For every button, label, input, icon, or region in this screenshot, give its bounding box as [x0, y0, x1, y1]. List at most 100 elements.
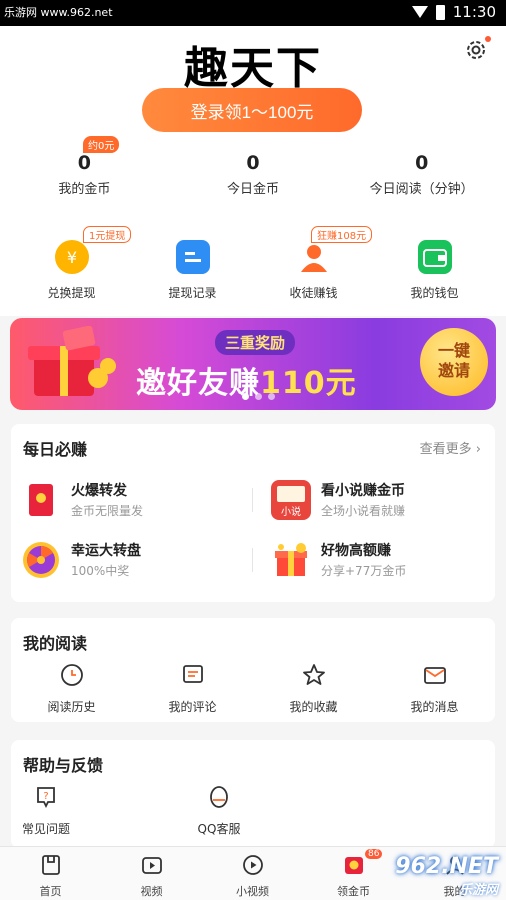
task-title: 好物高额赚	[321, 543, 391, 559]
task-goods[interactable]: 好物高额赚 分享+77万金币	[261, 536, 491, 584]
item-label: 我的收藏	[289, 700, 338, 714]
battery-icon	[435, 4, 445, 20]
tab-earn-coins[interactable]: 86 领金币	[303, 847, 404, 900]
tab-label: 视频	[140, 885, 163, 898]
carousel-dots	[242, 393, 275, 400]
task-title: 幸运大转盘	[71, 543, 141, 559]
settings-gear-icon[interactable]	[464, 36, 491, 62]
qq-icon	[210, 786, 228, 808]
item-label: 常见问题	[21, 822, 70, 836]
stat-value: 0	[246, 152, 260, 174]
gift-box-icon	[271, 540, 311, 580]
see-more-link[interactable]: 查看更多 ›	[420, 438, 481, 457]
invite-button[interactable]: 一键 邀请	[420, 328, 488, 396]
stat-today-coins[interactable]: 0 今日金币	[169, 136, 338, 206]
action-wallet[interactable]: 我的钱包	[374, 212, 495, 304]
carousel-dot	[255, 393, 262, 400]
wheel-icon	[21, 540, 61, 580]
daily-earn-card: 每日必赚 查看更多 › 火爆转发 金币无限量发 小说 看小说赚金币 全场小说看就…	[11, 424, 495, 602]
task-title: 火爆转发	[71, 483, 127, 499]
item-label: 我的评论	[168, 700, 217, 714]
task-subtitle: 全场小说看就赚	[321, 504, 406, 518]
task-lucky-wheel[interactable]: 幸运大转盘 100%中奖	[11, 536, 241, 584]
corner-watermark: 962.NET 乐游网	[395, 854, 498, 898]
novel-icon: 小说	[271, 480, 311, 520]
my-messages-item[interactable]: 我的消息	[374, 662, 495, 715]
stats-row: 约0元 0 我的金币 0 今日金币 0 今日阅读（分钟）	[0, 136, 506, 206]
stat-label: 今日阅读（分钟）	[369, 182, 474, 197]
banner-subtitle: 三重奖励	[215, 330, 296, 355]
reading-history-item[interactable]: 阅读历史	[11, 662, 132, 715]
item-label: 阅读历史	[47, 700, 96, 714]
video-icon	[141, 857, 162, 874]
tab-label: 首页	[39, 885, 62, 898]
task-forward[interactable]: 火爆转发 金币无限量发	[11, 476, 241, 524]
svg-text:¥: ¥	[66, 248, 76, 267]
tab-home[interactable]: 首页	[0, 847, 101, 900]
tab-label: 小视频	[236, 885, 269, 898]
task-subtitle: 100%中奖	[71, 564, 130, 578]
divider	[252, 548, 253, 572]
tab-video[interactable]: 视频	[101, 847, 202, 900]
section-title: 每日必赚	[23, 440, 88, 459]
wifi-icon	[411, 6, 428, 18]
action-label: 收徒赚钱	[289, 286, 338, 300]
red-gift-box-icon	[28, 326, 116, 396]
coin-icon: ¥	[54, 240, 89, 274]
coin-value-badge: 约0元	[83, 136, 120, 153]
section-title: 我的阅读	[23, 634, 88, 653]
task-subtitle: 分享+77万金币	[321, 564, 407, 578]
record-icon	[175, 240, 210, 274]
faq-item[interactable]: ? 常见问题	[11, 784, 81, 837]
action-tag: 1元提现	[83, 226, 132, 243]
clock-icon	[60, 664, 83, 686]
stat-value: 0	[415, 152, 429, 174]
carousel-dot	[268, 393, 275, 400]
tab-short-video[interactable]: 小视频	[202, 847, 303, 900]
my-favorites-item[interactable]: 我的收藏	[253, 662, 374, 715]
home-icon	[41, 855, 60, 875]
coin-envelope-icon	[344, 857, 363, 874]
chevron-right-icon: ›	[475, 442, 481, 457]
task-title: 看小说赚金币	[321, 483, 405, 499]
svg-text:?: ?	[43, 791, 48, 802]
action-apprentice[interactable]: 狂赚108元 收徒赚钱	[253, 212, 374, 304]
apprentice-icon	[297, 240, 331, 274]
invite-banner[interactable]: 三重奖励 邀好友赚110元 一键 邀请	[10, 318, 496, 410]
qq-service-item[interactable]: QQ客服	[149, 784, 289, 837]
action-label: 提现记录	[168, 286, 217, 300]
watermark-text: 乐游网 www.962.net	[4, 6, 113, 19]
svg-text:小说: 小说	[281, 505, 301, 518]
clock-time: 11:30	[452, 3, 496, 21]
stat-value: 0	[77, 152, 91, 174]
action-label: 我的钱包	[410, 286, 459, 300]
question-icon: ?	[37, 787, 55, 809]
stat-today-reading[interactable]: 0 今日阅读（分钟）	[337, 136, 506, 206]
item-label: QQ客服	[197, 822, 241, 836]
page-title: 趣天下	[184, 43, 322, 94]
my-comments-item[interactable]: 我的评论	[132, 662, 253, 715]
help-feedback-card: 帮助与反馈 ? 常见问题 QQ客服	[11, 740, 495, 848]
tab-label: 领金币	[337, 885, 370, 898]
stat-label: 我的金币	[58, 182, 111, 197]
section-title: 帮助与反馈	[23, 756, 104, 775]
comment-icon	[182, 665, 203, 683]
red-envelope-icon	[21, 480, 61, 520]
status-bar: 乐游网 www.962.net 11:30	[0, 0, 506, 26]
stat-label: 今日金币	[227, 182, 280, 197]
item-label: 我的消息	[410, 700, 459, 714]
divider	[252, 488, 253, 512]
action-label: 兑换提现	[47, 286, 96, 300]
stat-my-coins[interactable]: 约0元 0 我的金币	[0, 136, 169, 206]
short-video-icon	[242, 855, 263, 875]
star-icon	[302, 664, 325, 685]
login-button[interactable]: 登录领1～100元	[142, 88, 362, 132]
carousel-dot	[242, 393, 249, 400]
tab-badge: 86	[365, 849, 383, 859]
action-withdraw[interactable]: 1元提现 ¥ 兑换提现	[11, 212, 132, 304]
notification-dot	[485, 36, 491, 42]
mail-icon	[423, 667, 446, 684]
action-withdraw-record[interactable]: 提现记录	[132, 212, 253, 304]
task-novel[interactable]: 小说 看小说赚金币 全场小说看就赚	[261, 476, 491, 524]
wallet-icon	[417, 240, 452, 274]
